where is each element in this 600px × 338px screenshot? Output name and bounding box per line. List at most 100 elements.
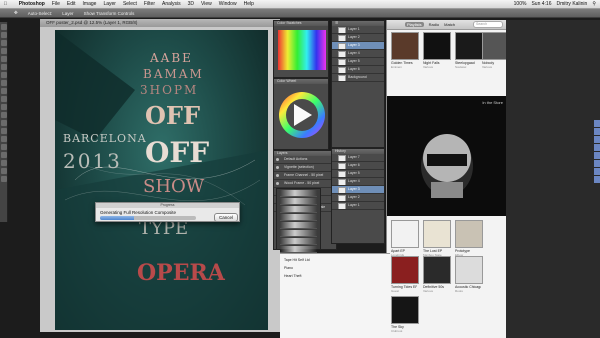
album-tile[interactable]: Turning Tides EP Guest	[391, 256, 419, 293]
featured-album[interactable]: In the Store	[387, 96, 506, 216]
zoom-tool[interactable]	[1, 176, 7, 182]
crop-tool[interactable]	[1, 56, 7, 62]
file-item[interactable]	[594, 120, 600, 127]
file-item[interactable]	[594, 136, 600, 143]
album-cover[interactable]	[455, 32, 483, 60]
brush-preset[interactable]	[280, 230, 317, 237]
album-artist[interactable]: Various	[482, 65, 506, 69]
album-artist[interactable]: Soulwax	[455, 65, 481, 69]
file-item[interactable]	[594, 160, 600, 167]
layer-thumbnail[interactable]	[338, 187, 346, 193]
album-cover[interactable]	[455, 220, 483, 248]
apple-icon[interactable]: 	[0, 1, 11, 7]
mid-row[interactable]: Layer 4	[332, 50, 384, 58]
album-artist[interactable]: Various	[423, 65, 449, 69]
brush-preset[interactable]	[280, 222, 317, 229]
mid-row[interactable]: Layer 5	[332, 58, 384, 66]
tab-playlists[interactable]: Playlists	[405, 22, 424, 27]
album-cover[interactable]	[391, 32, 419, 60]
file-item[interactable]	[594, 168, 600, 175]
history-brush-tool[interactable]	[1, 96, 7, 102]
brush-preset[interactable]	[280, 238, 317, 245]
visibility-eye-icon[interactable]	[276, 174, 279, 177]
history-row[interactable]: Layer 2	[332, 194, 384, 202]
visibility-eye-icon[interactable]	[276, 158, 279, 161]
menu-edit[interactable]: Edit	[63, 1, 79, 7]
action-row[interactable]: Frame Channel - 50 pixel	[274, 172, 336, 180]
layer-thumbnail[interactable]	[338, 195, 346, 201]
user-name[interactable]: Dmitry Kalinin	[556, 1, 587, 7]
album-artist[interactable]: Clubroot	[391, 329, 417, 333]
layer-thumbnail[interactable]	[338, 59, 346, 65]
eraser-tool[interactable]	[1, 104, 7, 110]
menu-image[interactable]: Image	[79, 1, 100, 7]
layer-select[interactable]: Layer	[62, 11, 73, 16]
move-tool[interactable]	[1, 24, 7, 30]
history-row[interactable]: Layer 6	[332, 162, 384, 170]
history-row[interactable]: Layer 5	[332, 170, 384, 178]
path-select-tool[interactable]	[1, 152, 7, 158]
brush-tool[interactable]	[1, 80, 7, 86]
menu-filter[interactable]: Filter	[140, 1, 158, 7]
album-artist[interactable]: Various	[423, 289, 449, 293]
layer-thumbnail[interactable]	[338, 51, 346, 57]
layer-thumbnail[interactable]	[338, 163, 346, 169]
magic-wand-tool[interactable]	[1, 48, 7, 54]
history-row[interactable]: Layer 4	[332, 178, 384, 186]
hand-tool[interactable]	[1, 168, 7, 174]
history-row[interactable]: Layer 1	[332, 202, 384, 210]
album-tile[interactable]: Definitive 50s Various	[423, 256, 451, 293]
stamp-tool[interactable]	[1, 88, 7, 94]
action-row[interactable]: Vignette (selection)	[274, 164, 336, 172]
history-row[interactable]: Layer 3	[332, 186, 384, 194]
auto-select-label[interactable]: Auto-Select:	[28, 11, 53, 16]
menu-help[interactable]: Help	[240, 1, 257, 7]
album-artist[interactable]: Guest	[391, 289, 417, 293]
menu-layer[interactable]: Layer	[100, 1, 120, 7]
brush-preset[interactable]	[280, 214, 317, 221]
tab-radio[interactable]: Radio	[429, 22, 439, 27]
layer-thumbnail[interactable]	[338, 203, 346, 209]
pen-tool[interactable]	[1, 136, 7, 142]
clock[interactable]: Sun 4:16	[531, 1, 551, 7]
healing-tool[interactable]	[1, 72, 7, 78]
mid-row[interactable]: Layer 1	[332, 26, 384, 34]
poster-canvas[interactable]: AABE BAMAM 3HOPM OFF BARCELONA 2013 OFF …	[55, 30, 268, 330]
album-cover[interactable]	[423, 256, 451, 284]
lasso-tool[interactable]	[1, 40, 7, 46]
album-cover[interactable]	[455, 256, 483, 284]
layer-thumbnail[interactable]	[338, 75, 346, 81]
finder-item-1[interactable]: Tape Hit Self Ltd	[284, 258, 310, 262]
layer-thumbnail[interactable]	[338, 35, 346, 41]
brush-preset[interactable]	[280, 206, 317, 213]
brush-preset[interactable]	[280, 190, 317, 197]
album-cover[interactable]	[391, 296, 419, 324]
layer-thumbnail[interactable]	[338, 171, 346, 177]
tab-match[interactable]: Match	[444, 22, 455, 27]
mid-row[interactable]: Layer 2	[332, 34, 384, 42]
mid-row[interactable]: Layer 6	[332, 66, 384, 74]
action-row[interactable]: Wood Frame - 50 pixel	[274, 180, 336, 188]
battery-status[interactable]: 100%	[514, 1, 527, 7]
marquee-tool[interactable]	[1, 32, 7, 38]
file-item[interactable]	[594, 128, 600, 135]
wheel-panel-title[interactable]: Color Wheel	[274, 79, 328, 84]
album-tile[interactable]: The Sky Clubroot	[391, 296, 419, 333]
file-item[interactable]	[594, 176, 600, 183]
album-artist[interactable]: Eminem	[391, 65, 417, 69]
album-tile[interactable]: Acoustic Chicago Roots	[455, 256, 483, 293]
history-row[interactable]: Layer 7	[332, 154, 384, 162]
brush-preset[interactable]	[280, 198, 317, 205]
mid-row[interactable]: Layer 3	[332, 42, 384, 50]
album-tile[interactable]: Prototype Elbow	[455, 220, 483, 257]
visibility-eye-icon[interactable]	[276, 182, 279, 185]
layer-thumbnail[interactable]	[338, 155, 346, 161]
layer-thumbnail[interactable]	[338, 27, 346, 33]
itunes-search-input[interactable]: Search	[473, 21, 503, 28]
blur-tool[interactable]	[1, 120, 7, 126]
menu-file[interactable]: File	[48, 1, 63, 7]
dodge-tool[interactable]	[1, 128, 7, 134]
menu-analysis[interactable]: Analysis	[159, 1, 185, 7]
app-menu[interactable]: Photoshop	[11, 1, 49, 7]
mid-row[interactable]: Background	[332, 74, 384, 82]
